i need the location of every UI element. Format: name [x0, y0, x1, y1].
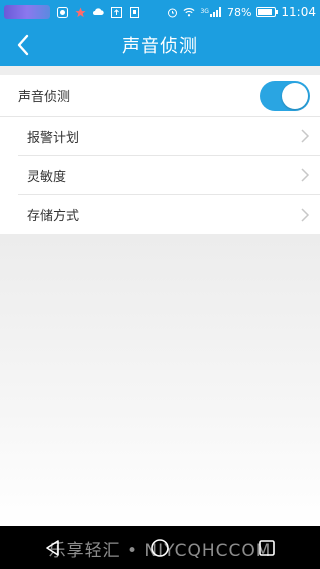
sensitivity-label: 灵敏度	[27, 169, 67, 185]
storage-method-item[interactable]: 存储方式	[18, 195, 320, 234]
settings-list: 声音侦测 报警计划 灵敏度 存储方式	[0, 75, 320, 234]
chevron-right-icon	[301, 129, 310, 143]
network-type-label: 3G	[200, 8, 209, 15]
sensitivity-item[interactable]: 灵敏度	[18, 156, 320, 195]
cloud-icon	[92, 6, 104, 18]
empty-background	[0, 234, 320, 526]
alarm-schedule-item[interactable]: 报警计划	[18, 117, 320, 156]
system-status: 3G 78% 11:04	[166, 5, 316, 19]
nav-home-button[interactable]	[148, 536, 172, 560]
alarm-schedule-label: 报警计划	[27, 130, 80, 146]
status-bar: 3G 78% 11:04	[0, 0, 320, 24]
navigation-bar	[0, 526, 320, 569]
clock: 11:04	[281, 5, 316, 19]
notification-icons	[56, 6, 140, 18]
nav-back-button[interactable]	[41, 536, 65, 560]
sound-detection-row: 声音侦测	[0, 75, 320, 117]
toggle-knob	[282, 82, 308, 109]
section-spacer	[0, 66, 320, 75]
app-notification-icon	[56, 6, 68, 18]
chevron-right-icon	[301, 207, 310, 222]
square-recents-icon	[258, 539, 275, 556]
upload-icon	[110, 6, 122, 18]
back-button[interactable]	[10, 32, 36, 58]
title-bar: 声音侦测	[0, 24, 320, 66]
sound-detection-toggle[interactable]	[260, 80, 310, 111]
alarm-icon	[166, 6, 178, 18]
nav-recents-button[interactable]	[255, 536, 279, 560]
star-icon	[74, 6, 86, 18]
sim-card-icon	[128, 6, 140, 18]
page-title: 声音侦测	[122, 36, 198, 57]
battery-percent: 78%	[226, 5, 252, 19]
chevron-right-icon	[301, 168, 310, 182]
signal-icon	[209, 6, 222, 18]
blurred-notification-area	[4, 5, 50, 19]
circle-home-icon	[151, 538, 169, 557]
triangle-back-icon	[46, 539, 60, 556]
battery-icon	[256, 7, 279, 17]
chevron-left-icon	[17, 34, 29, 56]
sound-detection-label: 声音侦测	[18, 90, 71, 105]
storage-method-label: 存储方式	[27, 209, 80, 224]
wifi-icon	[183, 6, 195, 18]
